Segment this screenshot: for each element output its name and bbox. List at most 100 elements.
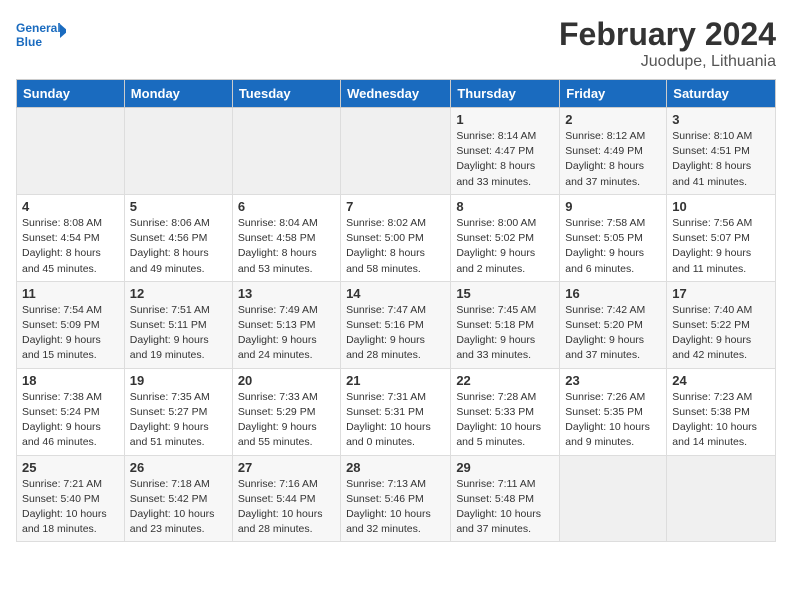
calendar-cell: 23Sunrise: 7:26 AMSunset: 5:35 PMDayligh… — [560, 368, 667, 455]
calendar-cell: 10 Sunrise: 7:56 AMSunset: 5:07 PMDayligh… — [667, 194, 776, 281]
day-info: Sunrise: 8:02 AMSunset: 5:00 PMDaylight:… — [346, 216, 445, 277]
day-number: 18 — [22, 373, 119, 388]
calendar-cell: 9 Sunrise: 7:58 AMSunset: 5:05 PMDaylight… — [560, 194, 667, 281]
calendar-cell: 8 Sunrise: 8:00 AMSunset: 5:02 PMDaylight… — [451, 194, 560, 281]
day-number: 9 — [565, 199, 661, 214]
day-info: Sunrise: 7:54 AMSunset: 5:09 PMDaylight:… — [22, 303, 119, 364]
day-number: 28 — [346, 460, 445, 475]
day-number: 17 — [672, 286, 770, 301]
day-info: Sunrise: 8:04 AMSunset: 4:58 PMDaylight:… — [238, 216, 335, 277]
weekday-header-monday: Monday — [124, 80, 232, 108]
day-number: 6 — [238, 199, 335, 214]
month-year: February 2024 — [559, 16, 776, 53]
day-number: 29 — [456, 460, 554, 475]
calendar-cell: 7 Sunrise: 8:02 AMSunset: 5:00 PMDaylight… — [341, 194, 451, 281]
calendar-week-row: 18 Sunrise: 7:38 AMSunset: 5:24 PMDayligh… — [17, 368, 776, 455]
calendar-week-row: 11 Sunrise: 7:54 AMSunset: 5:09 PMDayligh… — [17, 281, 776, 368]
calendar-cell — [341, 108, 451, 195]
calendar-cell: 3Sunrise: 8:10 AMSunset: 4:51 PMDaylight… — [667, 108, 776, 195]
day-info: Sunrise: 7:58 AMSunset: 5:05 PMDaylight:… — [565, 216, 661, 277]
day-info: Sunrise: 7:47 AMSunset: 5:16 PMDaylight:… — [346, 303, 445, 364]
day-info: Sunrise: 8:00 AMSunset: 5:02 PMDaylight:… — [456, 216, 554, 277]
day-number: 27 — [238, 460, 335, 475]
day-number: 15 — [456, 286, 554, 301]
day-info: Sunrise: 7:35 AMSunset: 5:27 PMDaylight:… — [130, 390, 227, 451]
calendar-cell: 25 Sunrise: 7:21 AMSunset: 5:40 PMDayligh… — [17, 455, 125, 542]
calendar-cell: 24Sunrise: 7:23 AMSunset: 5:38 PMDayligh… — [667, 368, 776, 455]
day-number: 7 — [346, 199, 445, 214]
svg-text:General: General — [16, 21, 61, 35]
calendar-table: SundayMondayTuesdayWednesdayThursdayFrid… — [16, 79, 776, 542]
calendar-cell: 12Sunrise: 7:51 AMSunset: 5:11 PMDayligh… — [124, 281, 232, 368]
day-number: 14 — [346, 286, 445, 301]
calendar-cell: 16 Sunrise: 7:42 AMSunset: 5:20 PMDayligh… — [560, 281, 667, 368]
svg-text:Blue: Blue — [16, 35, 42, 49]
weekday-header-friday: Friday — [560, 80, 667, 108]
page-header: General Blue February 2024 Juodupe, Lith… — [16, 16, 776, 71]
day-number: 8 — [456, 199, 554, 214]
day-number: 19 — [130, 373, 227, 388]
calendar-cell: 4 Sunrise: 8:08 AMSunset: 4:54 PMDaylight… — [17, 194, 125, 281]
day-info: Sunrise: 7:26 AMSunset: 5:35 PMDaylight:… — [565, 390, 661, 451]
calendar-cell — [560, 455, 667, 542]
calendar-week-row: 25 Sunrise: 7:21 AMSunset: 5:40 PMDayligh… — [17, 455, 776, 542]
day-number: 4 — [22, 199, 119, 214]
day-number: 5 — [130, 199, 227, 214]
day-info: Sunrise: 8:08 AMSunset: 4:54 PMDaylight:… — [22, 216, 119, 277]
day-info: Sunrise: 7:56 AMSunset: 5:07 PMDaylight:… — [672, 216, 770, 277]
day-info: Sunrise: 8:06 AMSunset: 4:56 PMDaylight:… — [130, 216, 227, 277]
calendar-cell: 6 Sunrise: 8:04 AMSunset: 4:58 PMDaylight… — [232, 194, 340, 281]
day-info: Sunrise: 8:12 AMSunset: 4:49 PMDaylight:… — [565, 129, 661, 190]
day-info: Sunrise: 8:10 AMSunset: 4:51 PMDaylight:… — [672, 129, 770, 190]
calendar-week-row: 1 Sunrise: 8:14 AMSunset: 4:47 PMDaylight… — [17, 108, 776, 195]
day-number: 12 — [130, 286, 227, 301]
day-info: Sunrise: 7:38 AMSunset: 5:24 PMDaylight:… — [22, 390, 119, 451]
calendar-cell: 21 Sunrise: 7:31 AMSunset: 5:31 PMDayligh… — [341, 368, 451, 455]
weekday-header-row: SundayMondayTuesdayWednesdayThursdayFrid… — [17, 80, 776, 108]
calendar-cell: 19 Sunrise: 7:35 AMSunset: 5:27 PMDayligh… — [124, 368, 232, 455]
title-block: February 2024 Juodupe, Lithuania — [559, 16, 776, 71]
day-info: Sunrise: 7:18 AMSunset: 5:42 PMDaylight:… — [130, 477, 227, 538]
calendar-cell: 18 Sunrise: 7:38 AMSunset: 5:24 PMDayligh… — [17, 368, 125, 455]
day-info: Sunrise: 7:21 AMSunset: 5:40 PMDaylight:… — [22, 477, 119, 538]
day-info: Sunrise: 7:49 AMSunset: 5:13 PMDaylight:… — [238, 303, 335, 364]
calendar-cell: 11 Sunrise: 7:54 AMSunset: 5:09 PMDayligh… — [17, 281, 125, 368]
day-number: 24 — [672, 373, 770, 388]
day-info: Sunrise: 7:11 AMSunset: 5:48 PMDaylight:… — [456, 477, 554, 538]
calendar-cell: 29 Sunrise: 7:11 AMSunset: 5:48 PMDayligh… — [451, 455, 560, 542]
day-info: Sunrise: 7:42 AMSunset: 5:20 PMDaylight:… — [565, 303, 661, 364]
calendar-cell — [17, 108, 125, 195]
calendar-cell: 1 Sunrise: 8:14 AMSunset: 4:47 PMDaylight… — [451, 108, 560, 195]
day-number: 26 — [130, 460, 227, 475]
calendar-cell — [124, 108, 232, 195]
calendar-cell: 28Sunrise: 7:13 AMSunset: 5:46 PMDayligh… — [341, 455, 451, 542]
day-number: 20 — [238, 373, 335, 388]
calendar-cell: 22Sunrise: 7:28 AMSunset: 5:33 PMDayligh… — [451, 368, 560, 455]
day-number: 21 — [346, 373, 445, 388]
location: Juodupe, Lithuania — [559, 53, 776, 71]
day-number: 13 — [238, 286, 335, 301]
day-number: 1 — [456, 112, 554, 127]
weekday-header-thursday: Thursday — [451, 80, 560, 108]
calendar-cell: 14 Sunrise: 7:47 AMSunset: 5:16 PMDayligh… — [341, 281, 451, 368]
calendar-cell: 20Sunrise: 7:33 AMSunset: 5:29 PMDayligh… — [232, 368, 340, 455]
day-info: Sunrise: 8:14 AMSunset: 4:47 PMDaylight:… — [456, 129, 554, 190]
calendar-cell — [232, 108, 340, 195]
day-info: Sunrise: 7:45 AMSunset: 5:18 PMDaylight:… — [456, 303, 554, 364]
day-info: Sunrise: 7:31 AMSunset: 5:31 PMDaylight:… — [346, 390, 445, 451]
calendar-cell: 26 Sunrise: 7:18 AMSunset: 5:42 PMDayligh… — [124, 455, 232, 542]
day-number: 2 — [565, 112, 661, 127]
day-info: Sunrise: 7:28 AMSunset: 5:33 PMDaylight:… — [456, 390, 554, 451]
day-number: 11 — [22, 286, 119, 301]
calendar-cell: 15 Sunrise: 7:45 AMSunset: 5:18 PMDayligh… — [451, 281, 560, 368]
day-number: 16 — [565, 286, 661, 301]
day-info: Sunrise: 7:16 AMSunset: 5:44 PMDaylight:… — [238, 477, 335, 538]
weekday-header-tuesday: Tuesday — [232, 80, 340, 108]
day-number: 25 — [22, 460, 119, 475]
calendar-cell — [667, 455, 776, 542]
calendar-cell: 27 Sunrise: 7:16 AMSunset: 5:44 PMDayligh… — [232, 455, 340, 542]
calendar-cell: 5 Sunrise: 8:06 AMSunset: 4:56 PMDaylight… — [124, 194, 232, 281]
weekday-header-sunday: Sunday — [17, 80, 125, 108]
logo-icon: General Blue — [16, 16, 66, 56]
day-number: 10 — [672, 199, 770, 214]
